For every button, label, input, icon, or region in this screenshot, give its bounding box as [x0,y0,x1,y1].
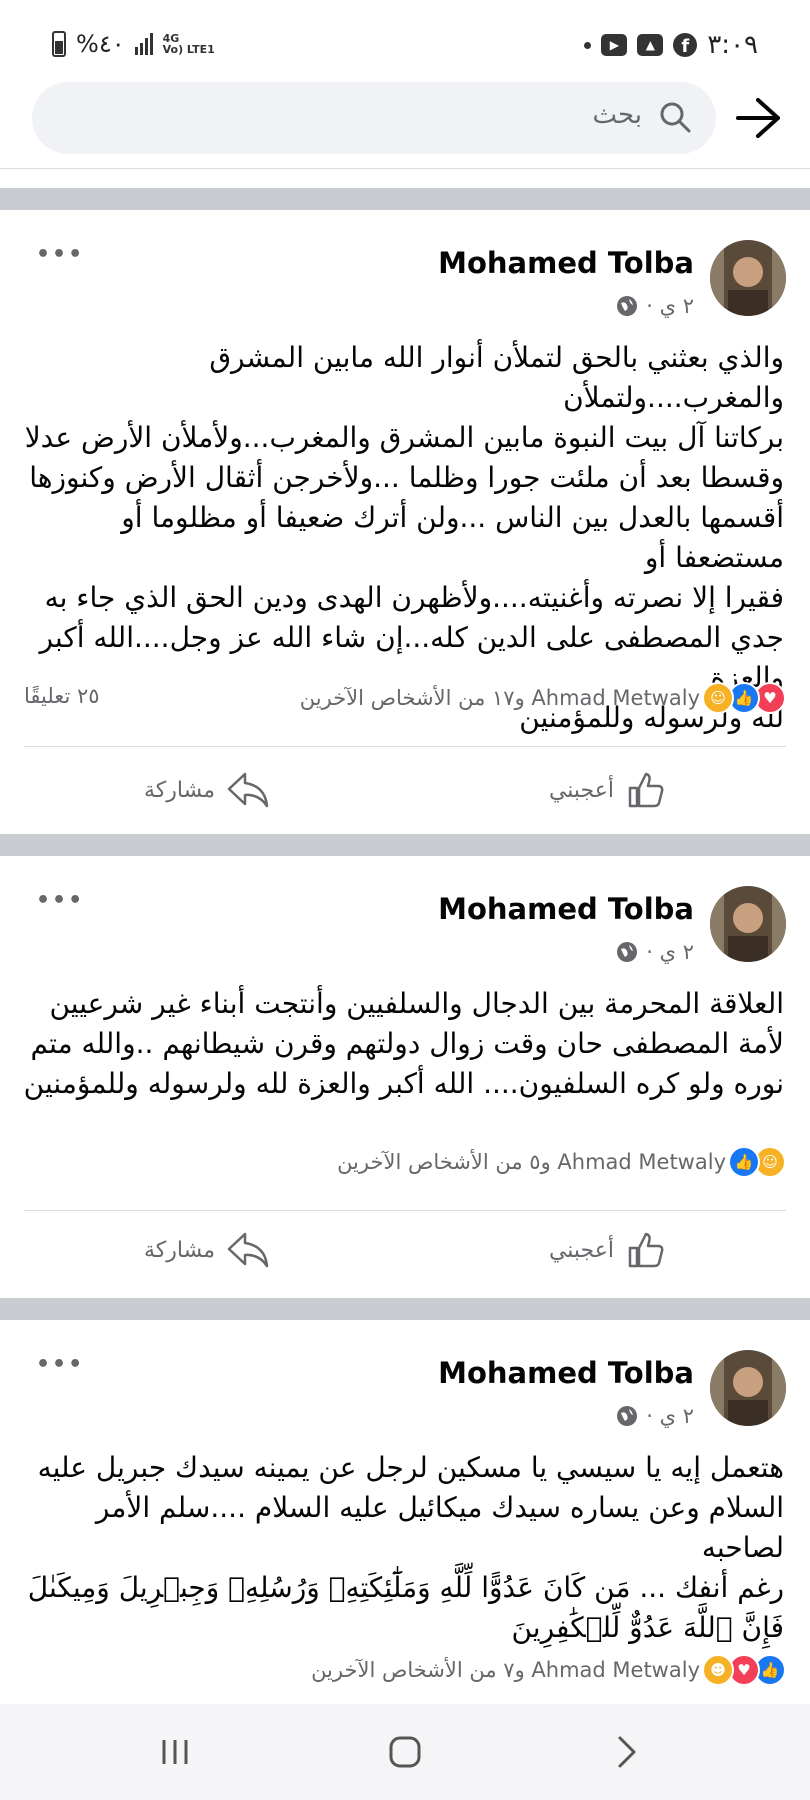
post-time[interactable]: ٢ ي · [646,940,694,964]
post-divider [24,1210,786,1211]
share-icon [227,772,269,808]
search-input[interactable]: بحث [32,82,716,154]
post-time[interactable]: ٢ ي · [646,294,694,318]
back-button[interactable] [592,1704,662,1800]
like-reaction-icon: 👍 [728,1146,760,1178]
feed-separator [0,834,810,856]
recents-button[interactable] [140,1704,210,1800]
reactions-bar[interactable]: ♥ 👍 ☺ Ahmad Metwaly و١٧ من الأشخاص الآخر… [24,682,786,722]
post-card: Mohamed Tolba ٢ ي · ••• والذي بعثني بالح… [0,210,810,834]
haha-reaction-icon: ☻ [702,1654,734,1686]
home-button[interactable] [370,1704,440,1800]
avatar[interactable] [710,1350,786,1426]
battery-icon [52,31,66,57]
network-volte: Vo) LTE1 [162,43,215,56]
globe-icon [617,942,638,962]
notification-dot [584,41,592,49]
back-icon [618,1736,636,1768]
share-button[interactable]: مشاركة [144,770,269,810]
reactions-bar[interactable]: 👍 ♥ ☻ Ahmad Metwaly و٧ من الأشخاص الآخري… [24,1654,786,1694]
header-divider [0,168,810,169]
system-nav-bar [0,1704,810,1800]
reactions-text: Ahmad Metwaly و٧ من الأشخاص الآخرين [311,1658,700,1682]
home-icon [389,1736,421,1768]
back-arrow-icon[interactable] [736,96,782,140]
like-icon [628,772,664,808]
post-meta: ٢ ي · [616,1404,694,1428]
feed-separator [0,1298,810,1320]
post-divider [24,746,786,747]
network-indicator: 4G Vo) LTE1 [163,33,215,55]
reactions-text: Ahmad Metwaly و٥ من الأشخاص الآخرين [337,1150,726,1174]
feed-separator [0,188,810,210]
post-meta: ٢ ي · [616,940,694,964]
like-button[interactable]: أعجبني [549,770,666,810]
more-icon[interactable]: ••• [36,888,84,913]
globe-icon [617,296,638,316]
post-time[interactable]: ٢ ي · [646,1404,694,1428]
reaction-summary[interactable]: ♥ 👍 ☺ Ahmad Metwaly و١٧ من الأشخاص الآخر… [300,682,786,714]
like-label: أعجبني [548,777,614,803]
post-author[interactable]: Mohamed Tolba [438,246,694,280]
reaction-summary[interactable]: ☺ 👍 Ahmad Metwaly و٥ من الأشخاص الآخرين [337,1146,786,1178]
post-card: Mohamed Tolba ٢ ي · ••• العلاقة المحرمة … [0,856,810,1298]
post-text: العلاقة المحرمة بين الدجال والسلفيين وأن… [23,987,784,1100]
share-icon [227,1232,269,1268]
more-icon[interactable]: ••• [36,1352,84,1377]
signal-icon [134,33,153,55]
like-icon [628,1232,664,1268]
reaction-summary[interactable]: 👍 ♥ ☻ Ahmad Metwaly و٧ من الأشخاص الآخري… [311,1654,786,1686]
care-reaction-icon: ☺ [702,682,734,714]
search-placeholder: بحث [592,100,642,130]
post-text: هتعمل إيه يا سيسي يا مسكين لرجل عن يمينه… [27,1451,784,1644]
post-text: والذي بعثني بالحق لتملأن أنوار الله مابي… [24,341,784,734]
post-author[interactable]: Mohamed Tolba [438,1356,694,1390]
battery-percent: %٤٠ [76,30,125,58]
reactions-bar[interactable]: ☺ 👍 Ahmad Metwaly و٥ من الأشخاص الآخرين [24,1146,786,1186]
facebook-icon: f [673,33,698,57]
avatar[interactable] [710,240,786,316]
post-author[interactable]: Mohamed Tolba [438,892,694,926]
avatar[interactable] [710,886,786,962]
post-card: Mohamed Tolba ٢ ي · ••• هتعمل إيه يا سيس… [0,1320,810,1704]
status-bar: %٤٠ 4G Vo) LTE1 ▶ ▲ f ٣:٠٩ [0,0,810,80]
share-label: مشاركة [144,777,216,803]
like-label: أعجبني [548,1237,614,1263]
globe-icon [617,1406,638,1426]
more-icon[interactable]: ••• [36,242,84,267]
post-meta: ٢ ي · [616,294,694,318]
recents-icon [162,1740,188,1764]
status-left: %٤٠ 4G Vo) LTE1 [52,30,215,58]
search-icon [660,102,691,133]
like-button[interactable]: أعجبني [549,1230,666,1270]
reactions-text: Ahmad Metwaly و١٧ من الأشخاص الآخرين [299,686,700,710]
comments-count[interactable]: ٢٥ تعليقًا [24,684,100,708]
clock: ٣:٠٩ [707,30,758,60]
status-right: ▶ ▲ f ٣:٠٩ [584,30,758,60]
share-label: مشاركة [144,1237,216,1263]
share-button[interactable]: مشاركة [144,1230,269,1270]
gallery-icon: ▲ [637,34,664,56]
youtube-icon: ▶ [601,34,628,56]
